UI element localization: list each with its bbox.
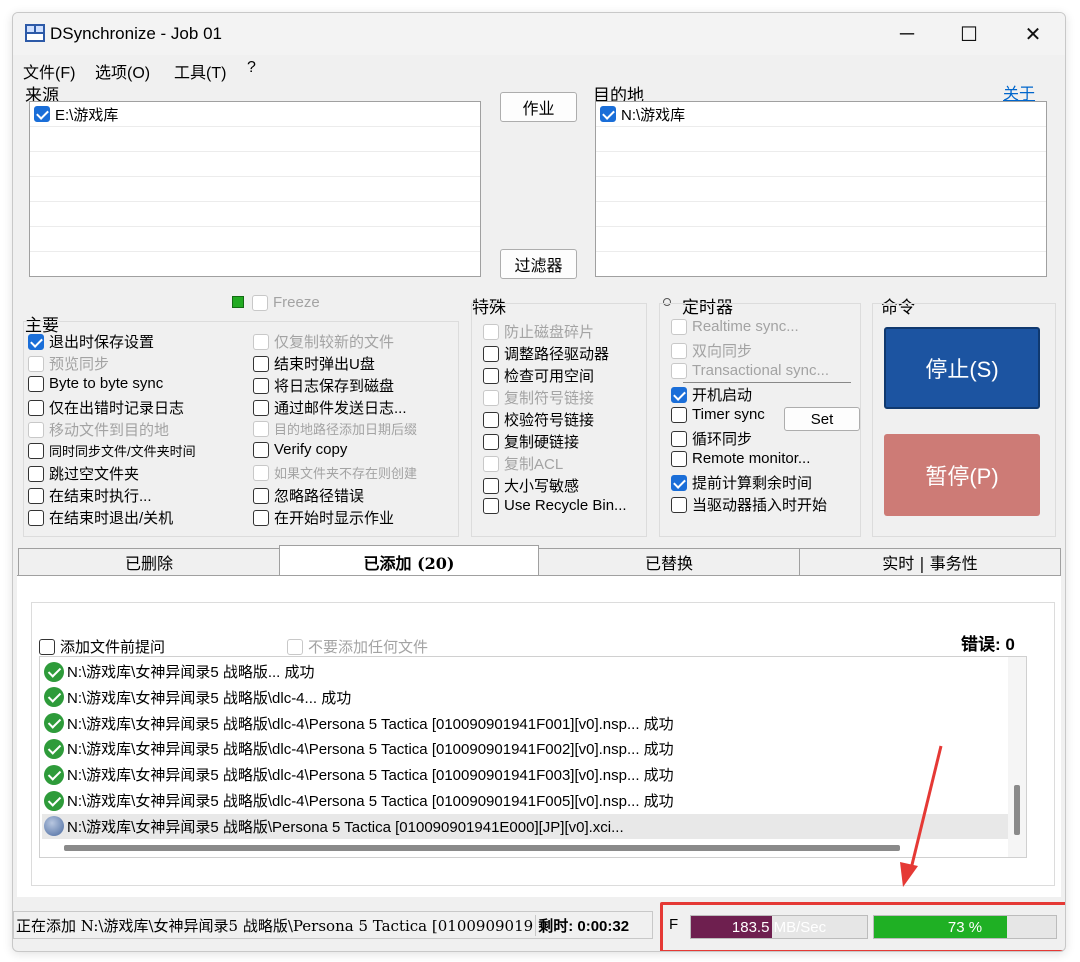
annotation-arrow-icon — [900, 745, 943, 887]
